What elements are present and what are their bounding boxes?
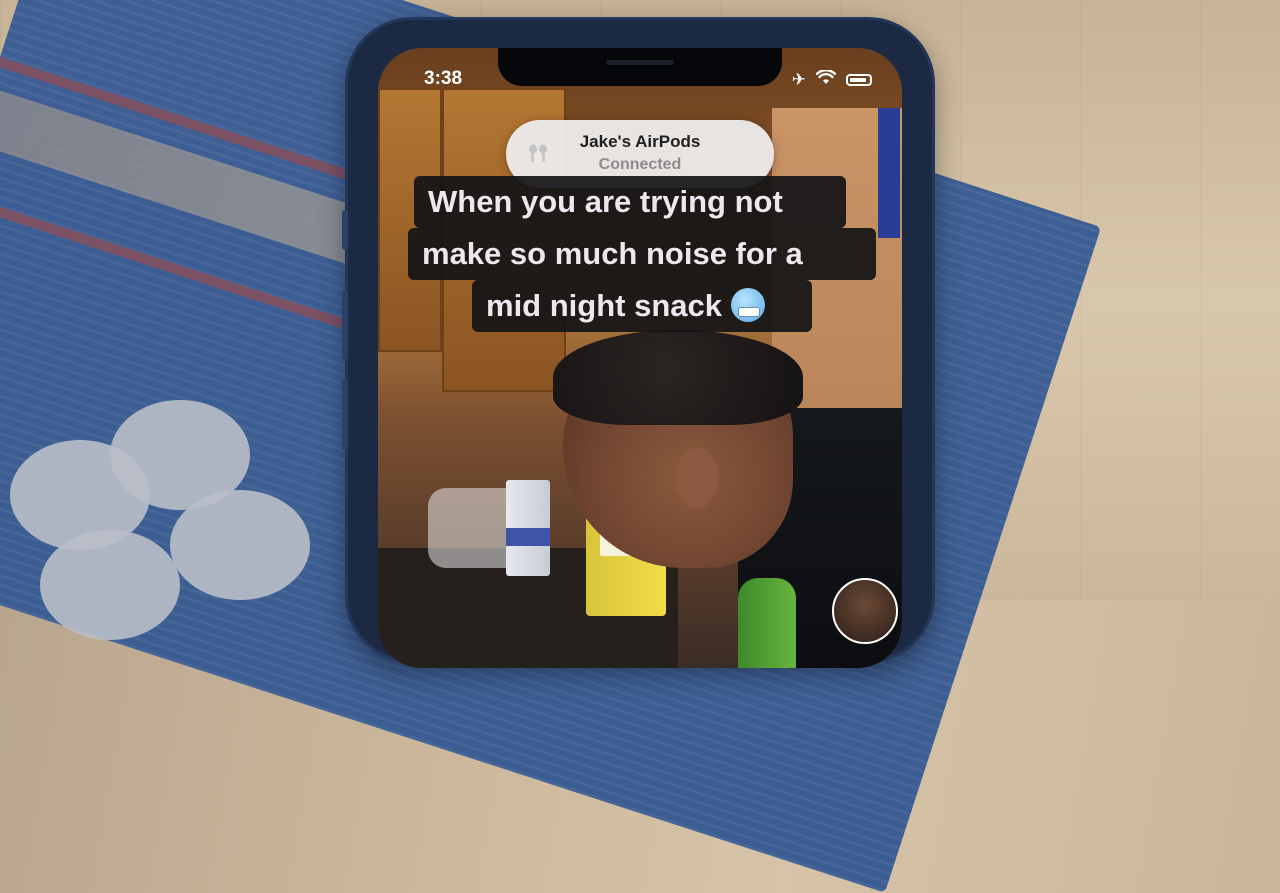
profile-avatar[interactable]	[832, 578, 898, 644]
person-ear	[676, 448, 718, 508]
status-time: 3:38	[424, 68, 463, 89]
volume-up-button	[342, 290, 348, 360]
blue-box	[878, 108, 900, 238]
caption-text: When you are trying not	[428, 184, 783, 219]
wifi-icon	[815, 69, 837, 90]
green-bottle	[738, 578, 796, 668]
cold-face-emoji	[730, 288, 765, 322]
rug-flower-pattern	[10, 400, 310, 640]
caption-line: make so much noise for a	[408, 228, 876, 280]
volume-down-button	[342, 380, 348, 450]
side-button	[342, 210, 348, 250]
cup-stack	[506, 480, 550, 576]
iphone: 3:38 ✈ Jake's AirPods Connected When you…	[342, 20, 932, 668]
airplane-icon: ✈	[791, 70, 806, 89]
caption-text: mid night snack	[486, 288, 722, 323]
person-hair	[553, 330, 803, 425]
phone-screen: 3:38 ✈ Jake's AirPods Connected When you…	[378, 48, 902, 668]
battery-icon	[846, 74, 872, 86]
caption-line: When you are trying not	[414, 176, 846, 228]
status-icons: ✈	[791, 69, 872, 90]
airpods-device-name: Jake's AirPods	[579, 132, 701, 151]
caption-line: mid night snack	[472, 280, 812, 332]
notch	[498, 48, 782, 86]
caption-text: make so much noise for a	[422, 236, 803, 271]
airpods-connection-status: Connected	[598, 156, 682, 173]
earpiece-speaker	[606, 60, 674, 65]
